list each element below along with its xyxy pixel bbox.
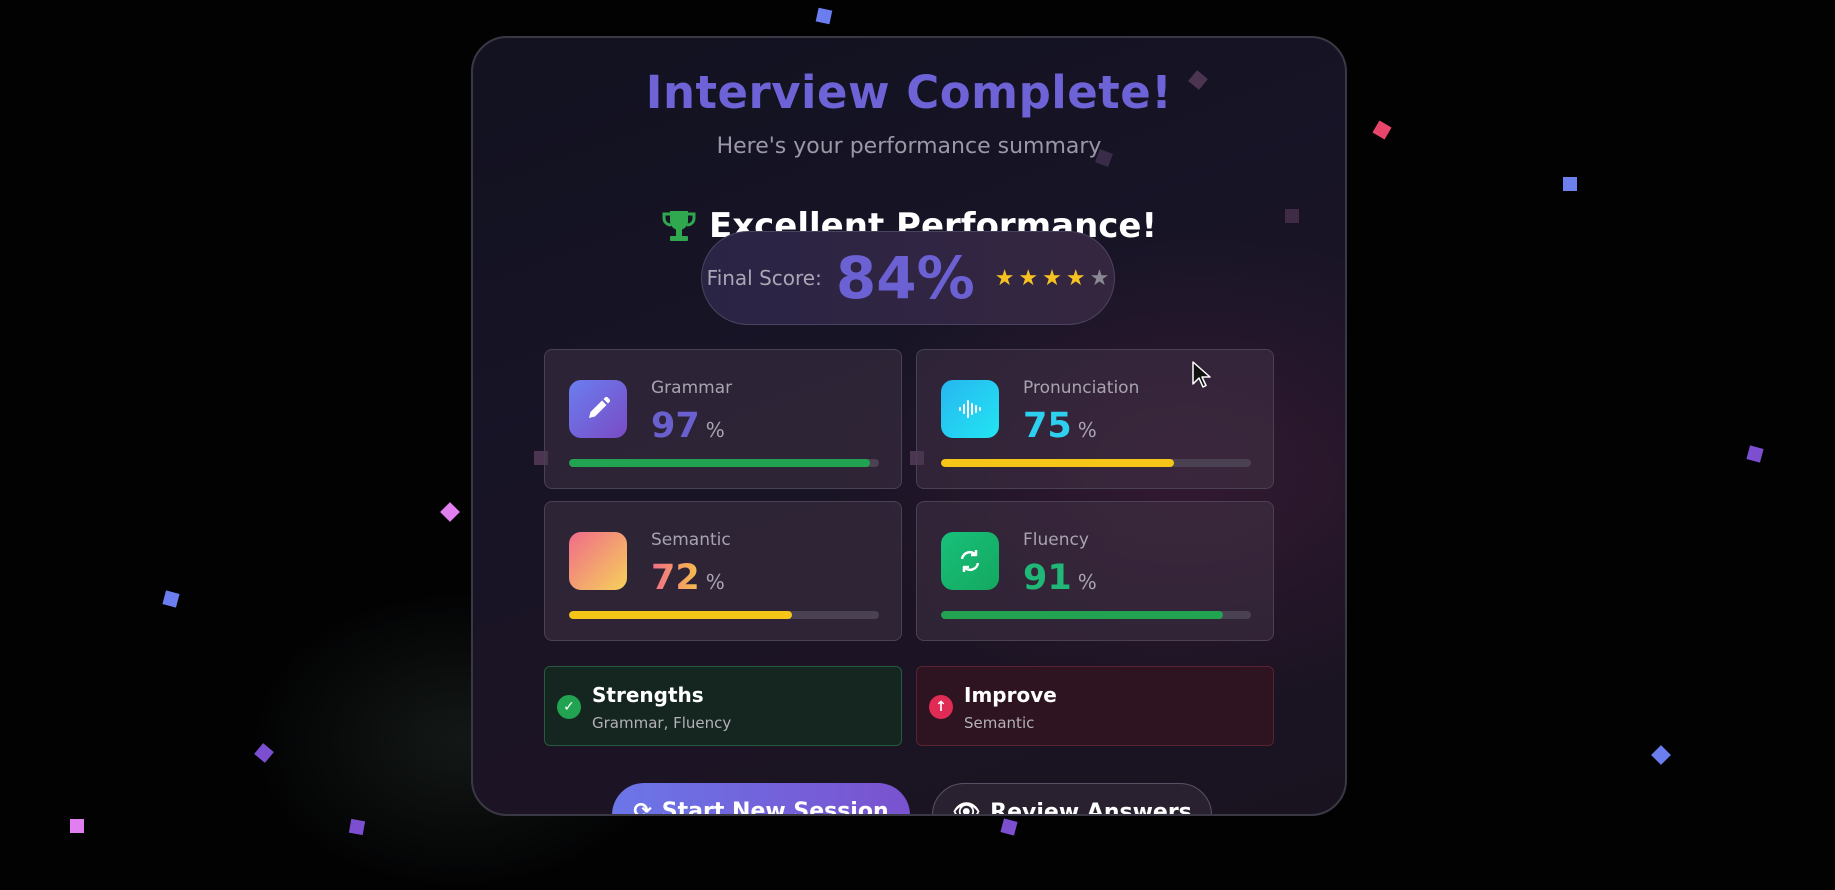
strengths-title: Strengths — [592, 683, 704, 707]
review-answers-label: Review Answers — [990, 800, 1192, 816]
page-subtitle: Here's your performance summary — [716, 134, 1102, 159]
star-icon: ★ — [1042, 265, 1062, 291]
start-new-session-button[interactable]: ⟳ Start New Session — [612, 783, 910, 816]
review-answers-button[interactable]: 👁 Review Answers — [932, 783, 1212, 816]
metric-card-semantic: Semantic 72% — [544, 501, 902, 641]
progress-bar — [569, 611, 879, 619]
star-icon: ★ — [1065, 265, 1086, 291]
final-score-pill: Final Score: 84% ★ ★ ★ ★ ★ — [701, 231, 1115, 325]
progress-bar — [941, 611, 1251, 619]
star-icon: ★ — [1018, 265, 1039, 291]
metric-label: Grammar — [651, 378, 733, 398]
metric-number: 72 — [651, 558, 700, 598]
progress-fill — [941, 611, 1224, 619]
metric-card-fluency: Fluency 91% — [916, 501, 1274, 641]
metric-value: 97% — [651, 406, 725, 446]
star-icon: ★ — [1089, 265, 1110, 291]
metric-label: Pronunciation — [1023, 378, 1140, 398]
trophy-icon — [661, 208, 697, 244]
metric-card-pronunciation: Pronunciation 75% — [916, 349, 1274, 489]
confetti-piece — [1746, 445, 1764, 463]
refresh-icon: ⟳ — [633, 799, 652, 816]
metric-unit: % — [1077, 570, 1097, 594]
metric-card-grammar: Grammar 97% — [544, 349, 902, 489]
results-card: Interview Complete! Here's your performa… — [471, 36, 1347, 816]
confetti-piece — [162, 590, 180, 608]
metric-label: Fluency — [1023, 530, 1089, 550]
start-new-session-label: Start New Session — [661, 799, 889, 816]
check-circle-icon: ✓ — [557, 695, 581, 719]
arrow-up-circle-icon: ↑ — [929, 695, 953, 719]
confetti-piece — [1000, 818, 1018, 836]
improve-title: Improve — [964, 683, 1057, 707]
improve-box: ↑ Improve Semantic — [916, 666, 1274, 746]
sound-wave-icon — [941, 380, 999, 438]
mouse-cursor — [1191, 360, 1213, 394]
metric-value: 91% — [1023, 558, 1097, 598]
strengths-text: Grammar, Fluency — [592, 714, 732, 732]
strengths-box: ✓ Strengths Grammar, Fluency — [544, 666, 902, 746]
pencil-icon — [569, 380, 627, 438]
metric-unit: % — [705, 418, 725, 442]
blank-gradient-icon — [569, 532, 627, 590]
progress-bar — [941, 459, 1251, 467]
metric-number: 91 — [1023, 558, 1072, 598]
progress-fill — [569, 459, 870, 467]
eye-icon: 👁 — [952, 800, 981, 816]
confetti-piece — [440, 502, 460, 522]
metric-unit: % — [1077, 418, 1097, 442]
confetti-piece — [1651, 745, 1671, 765]
progress-fill — [569, 611, 793, 619]
metric-unit: % — [705, 570, 725, 594]
star-rating: ★ ★ ★ ★ ★ — [995, 266, 1110, 291]
metric-label: Semantic — [651, 530, 731, 550]
page-title: Interview Complete! — [645, 66, 1173, 119]
final-score-value: 84% — [835, 244, 975, 312]
confetti-piece — [348, 818, 366, 836]
progress-fill — [941, 459, 1174, 467]
final-score-label: Final Score: — [706, 266, 822, 290]
refresh-icon — [941, 532, 999, 590]
metric-number: 75 — [1023, 406, 1072, 446]
metric-value: 72% — [651, 558, 725, 598]
confetti-piece — [1563, 177, 1577, 191]
improve-text: Semantic — [964, 714, 1035, 732]
metric-value: 75% — [1023, 406, 1097, 446]
confetti-piece — [1372, 120, 1392, 140]
confetti-piece — [70, 819, 84, 833]
progress-bar — [569, 459, 879, 467]
confetti-piece — [815, 7, 833, 25]
star-icon: ★ — [994, 265, 1015, 291]
metric-number: 97 — [651, 406, 700, 446]
